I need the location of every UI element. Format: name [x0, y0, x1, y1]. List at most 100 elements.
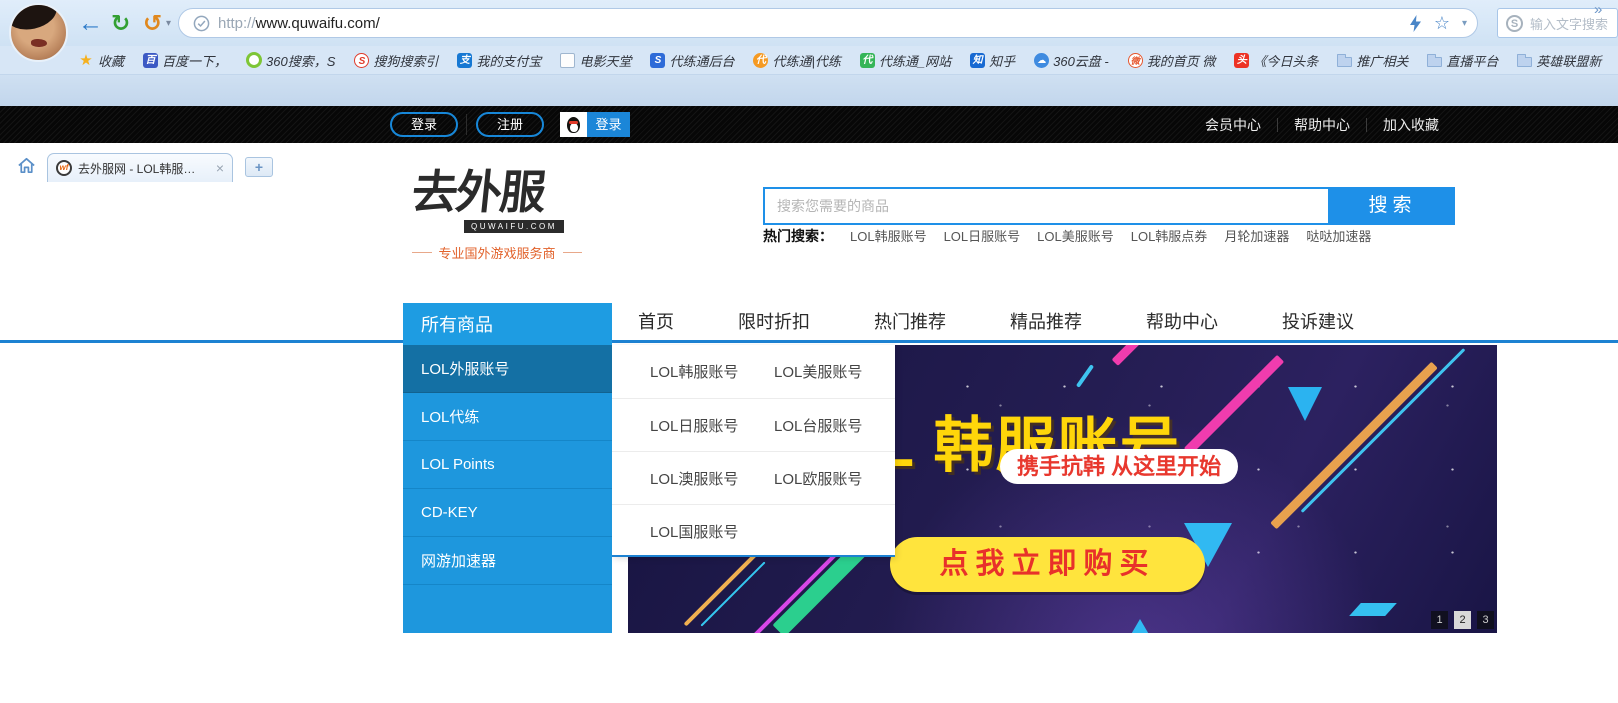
toutiao-icon: 头 — [1234, 53, 1249, 68]
s-blue-icon: S — [650, 53, 665, 68]
bookmark-baidu[interactable]: 百百度一下， — [143, 51, 227, 70]
flyout-row: LOL日服账号 LOL台服账号 — [612, 398, 895, 451]
help-center-link[interactable]: 帮助中心 — [1278, 115, 1366, 135]
site-favicon: wf — [56, 160, 72, 176]
nav-hot[interactable]: 热门推荐 — [874, 308, 946, 334]
bookmark-dailiantong-admin[interactable]: S代练通后台 — [650, 51, 734, 70]
site-logo[interactable]: 去外服 QUWAIFU.COM 专业国外游戏服务商 — [412, 168, 582, 262]
bookmark-360-cloud[interactable]: ☁360云盘 - — [1034, 51, 1109, 70]
banner-page-3[interactable]: 3 — [1477, 611, 1494, 629]
tab-title: 去外服网 - LOL韩服账号 — [78, 160, 206, 177]
nav-featured[interactable]: 精品推荐 — [1010, 308, 1082, 334]
flyout-link-kr[interactable]: LOL韩服账号 — [650, 361, 768, 382]
bookmark-360-search[interactable]: 360搜索，S — [246, 51, 335, 70]
address-dropdown-caret[interactable]: ▾ — [1462, 18, 1467, 29]
sidebar-item-accelerator[interactable]: 网游加速器 — [403, 537, 612, 585]
hot-link[interactable]: 月轮加速器 — [1224, 226, 1289, 246]
bookmark-dailiantong[interactable]: 代代练通|代练 — [753, 51, 840, 70]
search-button[interactable]: 搜索 — [1330, 187, 1455, 225]
bookmark-movie[interactable]: 电影天堂 — [560, 51, 631, 70]
category-sidebar: 所有商品 LOL外服账号 LOL代练 LOL Points CD-KEY 网游加… — [403, 303, 612, 633]
nav-feedback[interactable]: 投诉建议 — [1282, 308, 1354, 334]
home-icon[interactable] — [16, 155, 37, 176]
bookmark-favorites[interactable]: ★收藏 — [78, 51, 124, 70]
new-tab-button[interactable]: + — [245, 157, 273, 177]
member-center-link[interactable]: 会员中心 — [1189, 115, 1277, 135]
back-button[interactable]: ← — [78, 11, 103, 35]
tab-bar: wf 去外服网 - LOL韩服账号 × + — [0, 75, 1618, 106]
banner-page-1[interactable]: 1 — [1431, 611, 1448, 629]
flyout-link-jp[interactable]: LOL日服账号 — [650, 415, 768, 436]
sidebar-item-lol-boosting[interactable]: LOL代练 — [403, 393, 612, 441]
bookmark-zhihu[interactable]: 知知乎 — [970, 51, 1015, 70]
bookmark-folder-live[interactable]: 直播平台 — [1427, 51, 1498, 70]
bookmark-sogou[interactable]: S搜狗搜索引 — [354, 51, 438, 70]
qq-login-button[interactable]: 登录 — [560, 112, 630, 137]
nav-help[interactable]: 帮助中心 — [1146, 308, 1218, 334]
extension-bolt-icon[interactable] — [1409, 15, 1422, 32]
logo-text: 去外服 — [409, 168, 584, 216]
banner-streak — [700, 561, 765, 626]
bookmark-weibo[interactable]: 微我的首页 微 — [1128, 51, 1216, 70]
login-button[interactable]: 登录 — [390, 112, 458, 137]
undo-restore-button[interactable]: ↺ — [143, 11, 162, 35]
nav-flash-sale[interactable]: 限时折扣 — [738, 308, 810, 334]
bookmark-dailiantong-site[interactable]: 代代练通_网站 — [860, 51, 951, 70]
banner-page-2[interactable]: 2 — [1454, 611, 1471, 629]
bookmark-toutiao[interactable]: 头《今日头条 — [1234, 51, 1318, 70]
alipay-icon: 支 — [457, 53, 472, 68]
undo-dropdown-caret[interactable]: ▾ — [166, 18, 171, 29]
hot-search-label: 热门搜索： — [763, 226, 833, 246]
nav-home[interactable]: 首页 — [638, 308, 674, 334]
register-button[interactable]: 注册 — [476, 112, 544, 137]
nav-underline — [0, 340, 1618, 343]
bookmark-folder-promo[interactable]: 推广相关 — [1337, 51, 1408, 70]
hot-link[interactable]: LOL美服账号 — [1037, 226, 1114, 246]
add-favorite-link[interactable]: 加入收藏 — [1367, 115, 1455, 135]
divider — [466, 114, 467, 135]
flyout-link-na[interactable]: LOL美服账号 — [774, 361, 862, 382]
flyout-link-eu[interactable]: LOL欧服账号 — [774, 468, 862, 489]
hot-link[interactable]: LOL韩服点券 — [1131, 226, 1208, 246]
flyout-link-cn[interactable]: LOL国服账号 — [650, 521, 768, 542]
banner-streak — [1112, 345, 1161, 366]
logo-domain: QUWAIFU.COM — [464, 220, 564, 233]
bookmark-alipay[interactable]: 支我的支付宝 — [457, 51, 541, 70]
user-avatar[interactable] — [9, 3, 68, 62]
bookmark-folder-lol[interactable]: 英雄联盟新 — [1517, 51, 1601, 70]
tab-quwaifu[interactable]: wf 去外服网 - LOL韩服账号 × — [47, 153, 233, 182]
banner-triangle — [1288, 387, 1322, 421]
flyout-link-tw[interactable]: LOL台服账号 — [774, 415, 862, 436]
address-bar[interactable]: http://www.quwaifu.com/ ☆ ▾ — [178, 8, 1478, 38]
sidebar-item-lol-points[interactable]: LOL Points — [403, 441, 612, 489]
logo-slogan: 专业国外游戏服务商 — [412, 243, 582, 262]
hot-search-row: 热门搜索： LOL韩服账号 LOL日服账号 LOL美服账号 LOL韩服点券 月轮… — [763, 226, 1371, 246]
site-topbar: 登录 注册 登录 会员中心 帮助中心 加入收藏 — [0, 106, 1618, 143]
product-search-input[interactable] — [763, 187, 1330, 225]
toolbar-overflow-chevron[interactable]: » — [1594, 1, 1602, 18]
flyout-link-oce[interactable]: LOL澳服账号 — [650, 468, 768, 489]
flyout-row: LOL澳服账号 LOL欧服账号 — [612, 451, 895, 504]
hot-link[interactable]: LOL韩服账号 — [850, 226, 927, 246]
sogou-search-icon: S — [1506, 15, 1523, 32]
hot-link[interactable]: LOL日服账号 — [944, 226, 1021, 246]
tab-close-icon[interactable]: × — [216, 161, 224, 175]
url-text[interactable]: http://www.quwaifu.com/ — [218, 15, 380, 32]
qq-penguin-icon — [560, 112, 587, 137]
banner-buy-button[interactable]: 点我立即购买 — [890, 537, 1205, 592]
all-products-header[interactable]: 所有商品 — [403, 303, 612, 345]
cloud-icon: ☁ — [1034, 53, 1049, 68]
refresh-button[interactable]: ↻ — [111, 11, 130, 35]
banner-subtitle: 携手抗韩 从这里开始 — [1000, 449, 1238, 484]
folder-icon — [1427, 57, 1442, 67]
browser-toolbar: ← ↻ ↺ ▾ http://www.quwaifu.com/ ☆ ▾ S 输入… — [0, 0, 1618, 46]
favorite-star-icon[interactable]: ☆ — [1434, 14, 1450, 32]
sidebar-item-cdkey[interactable]: CD-KEY — [403, 489, 612, 537]
folder-icon — [1337, 57, 1352, 67]
sogou-icon: S — [354, 53, 369, 68]
hot-link[interactable]: 哒哒加速器 — [1306, 226, 1371, 246]
browser-window: ← ↻ ↺ ▾ http://www.quwaifu.com/ ☆ ▾ S 输入… — [0, 0, 1618, 703]
banner-shape — [1349, 603, 1397, 616]
baidu-icon: 百 — [143, 53, 158, 68]
sidebar-item-lol-accounts[interactable]: LOL外服账号 — [403, 345, 612, 393]
